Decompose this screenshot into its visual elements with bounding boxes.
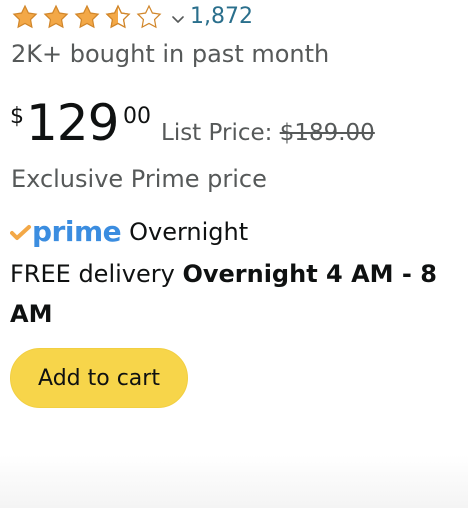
purchase-volume-text: 2K+ bought in past month bbox=[11, 40, 330, 68]
prime-delivery-badge: prime Overnight bbox=[10, 212, 248, 252]
product-buy-box: 1,872 2K+ bought in past month $ 129 00 … bbox=[0, 0, 468, 508]
prime-logo: prime bbox=[10, 215, 122, 248]
list-price-label: List Price: bbox=[161, 120, 273, 146]
star-icon bbox=[10, 3, 40, 32]
star-icon bbox=[41, 3, 71, 32]
review-count-link[interactable]: 1,872 bbox=[190, 6, 253, 28]
price-fraction: 00 bbox=[123, 104, 151, 129]
delivery-message: FREE delivery Overnight 4 AM - 8 AM bbox=[10, 254, 455, 334]
chevron-down-icon[interactable] bbox=[172, 9, 184, 28]
prime-shipping-label: Overnight bbox=[129, 218, 249, 246]
prime-wordmark: prime bbox=[32, 215, 122, 248]
prime-check-icon bbox=[10, 224, 32, 246]
star-rating[interactable] bbox=[10, 3, 164, 32]
star-icon bbox=[72, 3, 102, 32]
add-to-cart-button[interactable]: Add to cart bbox=[10, 348, 188, 408]
list-price-value: $189.00 bbox=[279, 120, 375, 146]
delivery-prefix: FREE delivery bbox=[10, 260, 175, 288]
exclusive-prime-price-text: Exclusive Prime price bbox=[11, 165, 267, 193]
star-half-icon bbox=[103, 3, 133, 32]
price-currency-symbol: $ bbox=[10, 104, 24, 129]
rating-row[interactable]: 1,872 bbox=[10, 1, 253, 33]
list-price: List Price: $189.00 bbox=[161, 122, 375, 145]
star-empty-icon bbox=[134, 3, 164, 32]
price-whole: 129 bbox=[26, 94, 119, 152]
